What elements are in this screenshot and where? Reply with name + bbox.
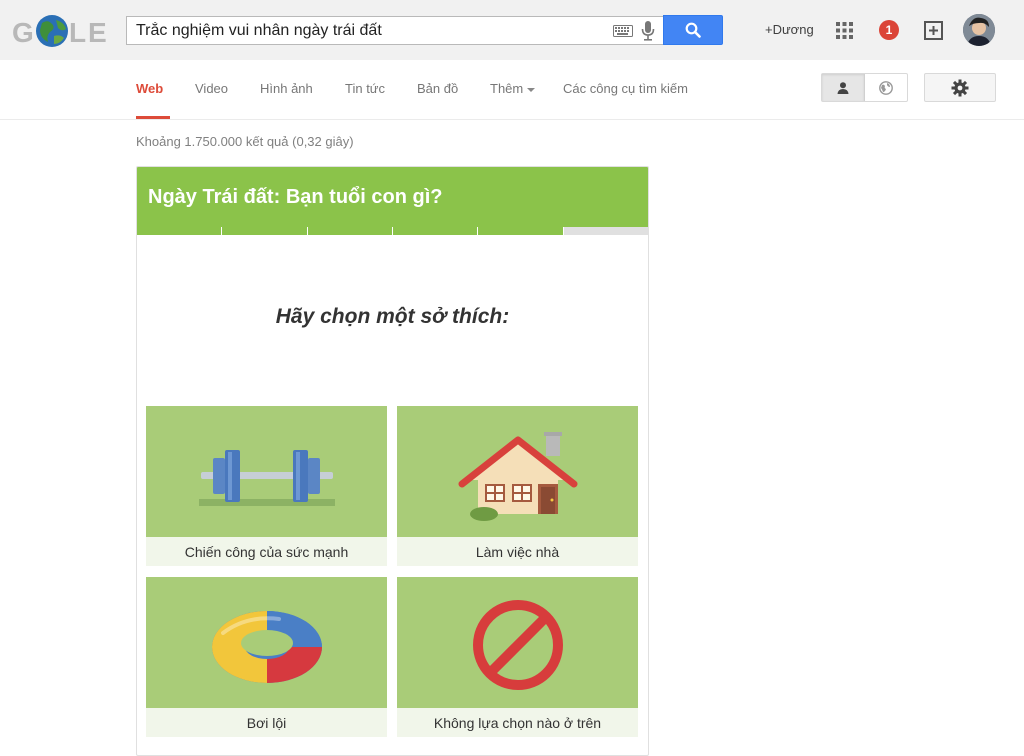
progress-segment-complete — [222, 227, 307, 235]
tab-maps[interactable]: Bản đồ — [417, 81, 458, 96]
search-box — [126, 16, 663, 45]
search-nav-bar: Web Video Hình ảnh Tin tức Bản đồ Thêm C… — [0, 60, 1024, 120]
progress-segment-complete — [137, 227, 222, 235]
apps-grid-icon[interactable] — [836, 22, 853, 39]
keyboard-icon[interactable] — [613, 25, 633, 37]
personal-results-button[interactable] — [822, 74, 865, 101]
option-image — [146, 577, 387, 708]
tab-images[interactable]: Hình ảnh — [260, 81, 313, 96]
option-image — [397, 406, 638, 537]
tab-news[interactable]: Tin tức — [345, 81, 385, 96]
progress-segment-complete — [478, 227, 563, 235]
option-label: Làm việc nhà — [397, 537, 638, 566]
tab-more-label: Thêm — [490, 81, 524, 96]
option-label: Chiến công của sức mạnh — [146, 537, 387, 566]
search-input[interactable] — [127, 17, 597, 44]
option-label: Bơi lội — [146, 708, 387, 737]
global-results-button[interactable] — [865, 74, 908, 101]
quiz-title: Ngày Trái đất: Bạn tuổi con gì? — [148, 185, 443, 208]
globe-icon — [878, 80, 893, 95]
logo-letter-l: L — [69, 17, 86, 48]
quiz-option-strength[interactable]: Chiến công của sức mạnh — [146, 406, 387, 566]
quiz-card: Ngày Trái đất: Bạn tuổi con gì? Hãy chọn… — [136, 166, 649, 756]
result-stats: Khoảng 1.750.000 kết quả (0,32 giây) — [136, 134, 354, 149]
avatar[interactable] — [963, 14, 995, 46]
logo-letter-g: G — [12, 17, 34, 48]
option-image — [397, 577, 638, 708]
quiz-option-swimming[interactable]: Bơi lội — [146, 577, 387, 737]
quiz-option-housework[interactable]: Làm việc nhà — [397, 406, 638, 566]
tab-search-tools[interactable]: Các công cụ tìm kiếm — [563, 81, 688, 96]
active-tab-indicator — [136, 116, 170, 119]
no-entry-icon — [472, 599, 563, 690]
house-icon — [458, 431, 577, 521]
search-button[interactable] — [663, 15, 723, 45]
option-label: Không lựa chọn nào ở trên — [397, 708, 638, 737]
google-logo[interactable]: G L E — [12, 14, 110, 48]
progress-segment-complete — [307, 227, 392, 235]
share-add-icon[interactable] — [924, 19, 945, 40]
quiz-header: Ngày Trái đất: Bạn tuổi con gì? — [137, 167, 648, 227]
tab-video[interactable]: Video — [195, 81, 228, 96]
gear-icon — [951, 79, 969, 96]
tab-web[interactable]: Web — [136, 81, 163, 96]
quiz-prompt: Hãy chọn một sở thích: — [275, 305, 510, 328]
chevron-down-icon — [527, 87, 536, 92]
logo-letter-e: E — [88, 17, 107, 48]
top-header: G L E +Dươn — [0, 0, 1024, 60]
progress-segment-complete — [392, 227, 478, 235]
results-toggle — [821, 73, 908, 102]
option-image — [146, 406, 387, 537]
tab-more[interactable]: Thêm — [490, 81, 536, 96]
person-icon — [837, 81, 849, 94]
dumbbell-icon — [198, 449, 335, 506]
microphone-icon[interactable] — [641, 21, 655, 41]
user-profile-link[interactable]: +Dương — [765, 22, 814, 37]
settings-button[interactable] — [924, 73, 996, 102]
quiz-option-none[interactable]: Không lựa chọn nào ở trên — [397, 577, 638, 737]
quiz-progress-bar — [137, 227, 648, 235]
notification-badge[interactable]: 1 — [879, 20, 899, 40]
progress-segment-pending — [563, 227, 648, 235]
search-icon — [685, 22, 701, 38]
swim-ring-icon — [211, 610, 322, 683]
